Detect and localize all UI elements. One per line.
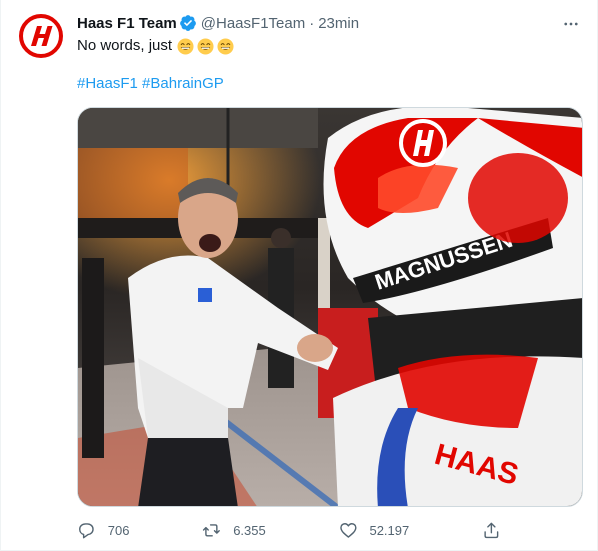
like-count: 52.197 [369,522,410,538]
emoji-row [174,37,234,55]
tweet-text: No words, just [77,36,234,56]
retweet-count: 6.355 [233,522,266,538]
hashtags: #HaasF1 #BahrainGP [77,74,224,94]
hashtag-bahraingp[interactable]: #BahrainGP [142,75,224,92]
verified-badge-icon [179,14,197,32]
more-button[interactable] [559,12,583,36]
like-button[interactable]: 52.197 [339,521,410,540]
retweet-icon [203,523,221,537]
timestamp[interactable]: 23min [318,15,359,32]
reply-icon [79,522,94,539]
tweet-header: Haas F1 Team @HaasF1Team · 23min [77,12,359,34]
separator: · [309,14,315,32]
action-bar: 706 6.355 52.197 [77,517,501,543]
more-dots-icon [564,22,578,26]
photo-illustration: MAGNUSSEN HAAS [78,108,582,506]
tweet-photo[interactable]: MAGNUSSEN HAAS [77,107,583,507]
reply-count: 706 [107,522,130,538]
author-name[interactable]: Haas F1 Team [77,15,177,32]
avatar[interactable] [17,12,65,60]
hashtag-haasf1[interactable]: #HaasF1 [77,75,138,92]
author-handle[interactable]: @HaasF1Team [201,15,305,32]
tweet-text-content: No words, just [77,37,173,54]
grinning-face-with-smiling-eyes-icon [217,37,234,55]
haas-logo-icon [17,12,65,60]
share-button[interactable] [482,521,501,540]
grinning-face-with-smiling-eyes-icon [177,37,194,55]
retweet-button[interactable]: 6.355 [202,521,266,540]
reply-button[interactable]: 706 [77,521,129,540]
share-icon [484,522,499,538]
grinning-face-with-smiling-eyes-icon [197,37,214,55]
tweet-card[interactable]: Haas F1 Team @HaasF1Team · 23min No word… [0,0,598,551]
heart-icon [339,522,357,538]
